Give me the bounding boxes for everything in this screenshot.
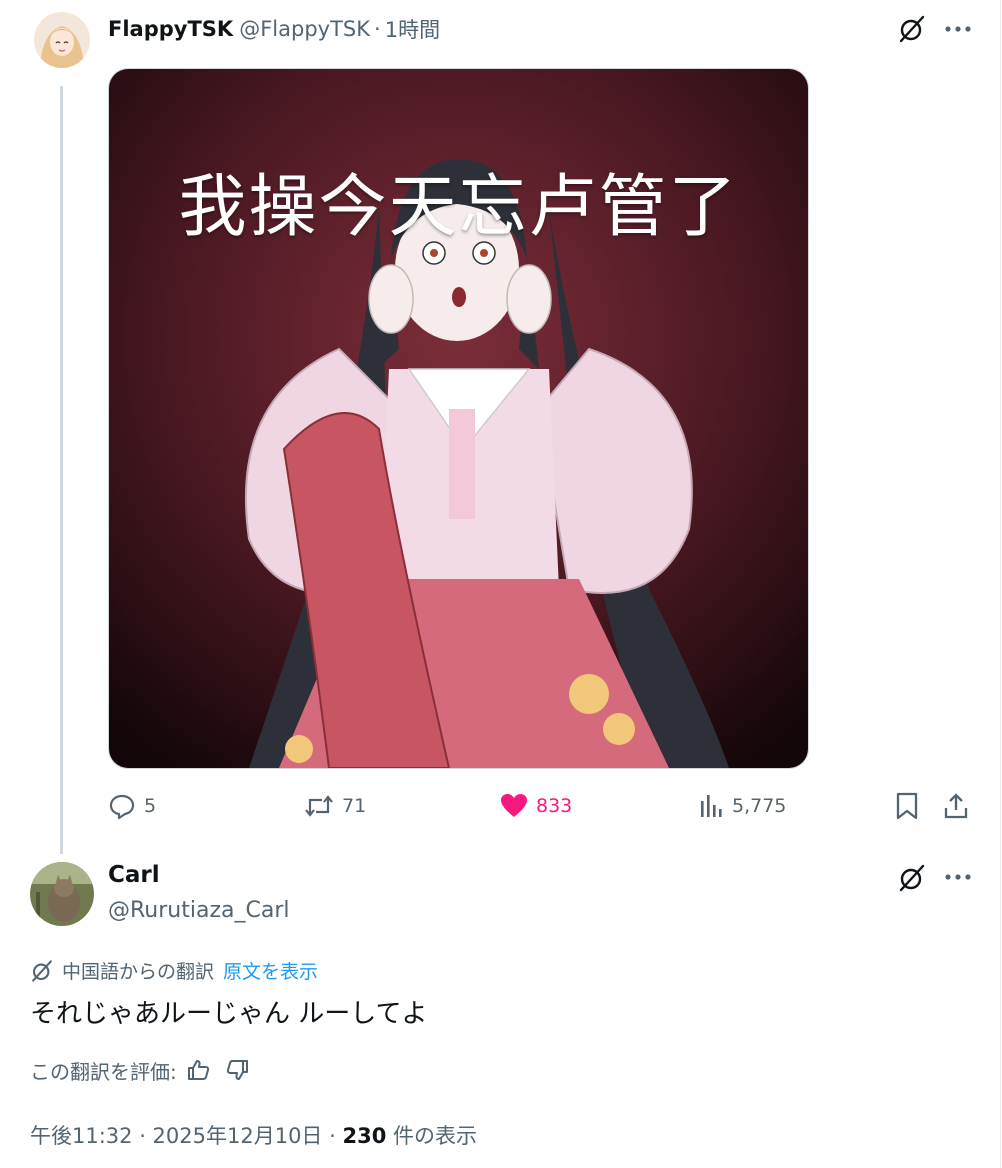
share-icon [944, 793, 968, 819]
reply-views-label: 件の表示 [393, 1124, 478, 1148]
rate-translation-label: この翻訳を評価: [30, 1059, 177, 1084]
right-border [1000, 0, 1001, 1168]
reply-author-name[interactable]: Carl [108, 862, 160, 888]
more-icon [945, 26, 971, 32]
tweet-media[interactable]: 我操今天忘卢管了 [108, 68, 809, 769]
views-icon [701, 795, 722, 817]
reply-text: それじゃあルーじゃん ルーしてよ [30, 999, 428, 1029]
author-avatar[interactable] [34, 12, 90, 68]
translate-icon [32, 959, 52, 982]
media-caption: 我操今天忘卢管了 [178, 168, 739, 247]
share-button[interactable] [942, 786, 970, 826]
more-icon [945, 874, 971, 880]
thumbs-down-button[interactable] [221, 1054, 253, 1086]
reply-view-count: 230 [342, 1124, 387, 1148]
reply-author-handle[interactable]: @Rurutiaza_Carl [108, 898, 289, 923]
thumbs-down-icon [226, 1060, 248, 1080]
avatar-illustration [34, 12, 90, 68]
reply-count: 5 [144, 795, 157, 817]
grok-icon [899, 15, 925, 43]
tweet-actions: 5 71 833 5,775 [108, 786, 978, 826]
thread-line [60, 86, 63, 854]
bookmark-button[interactable] [894, 786, 920, 826]
retweet-button[interactable]: 71 [304, 786, 366, 826]
like-button[interactable]: 833 [500, 786, 572, 826]
reply-author-avatar[interactable] [30, 862, 94, 926]
translated-from-label: 中国語からの翻訳 [62, 961, 215, 983]
reply-timestamp[interactable]: 午後11:32 · 2025年12月10日 [30, 1124, 322, 1148]
separator: · [374, 17, 381, 41]
reply-meta: 午後11:32 · 2025年12月10日 · 230 件の表示 [30, 1120, 477, 1150]
retweet-count: 71 [342, 795, 367, 817]
reply-icon [109, 794, 135, 820]
translation-notice: 中国語からの翻訳 原文を表示 [30, 957, 318, 984]
reply-button[interactable]: 5 [108, 786, 156, 826]
thumbs-up-icon [187, 1060, 209, 1080]
views-button[interactable]: 5,775 [698, 786, 786, 826]
view-count: 5,775 [732, 795, 787, 817]
show-original-link[interactable]: 原文を表示 [223, 957, 318, 984]
bookmark-icon [896, 792, 918, 820]
like-count: 833 [536, 795, 573, 817]
author-handle[interactable]: @FlappyTSK [239, 17, 370, 41]
thumbs-up-button[interactable] [183, 1054, 215, 1086]
meta-separator: · [329, 1124, 336, 1148]
grok-button[interactable] [893, 12, 931, 46]
reply-more-button[interactable] [940, 862, 976, 892]
more-button[interactable] [940, 14, 976, 44]
heart-icon [501, 794, 527, 817]
rate-translation: この翻訳を評価: [30, 1054, 253, 1086]
grok-icon [899, 864, 925, 892]
avatar-photo [30, 862, 94, 926]
author-name[interactable]: FlappyTSK [108, 17, 233, 41]
tweet-time[interactable]: 1時間 [385, 14, 440, 44]
reply-grok-button[interactable] [893, 860, 931, 896]
retweet-icon [305, 795, 333, 817]
tweet-header: FlappyTSK @FlappyTSK · 1時間 [108, 14, 440, 44]
